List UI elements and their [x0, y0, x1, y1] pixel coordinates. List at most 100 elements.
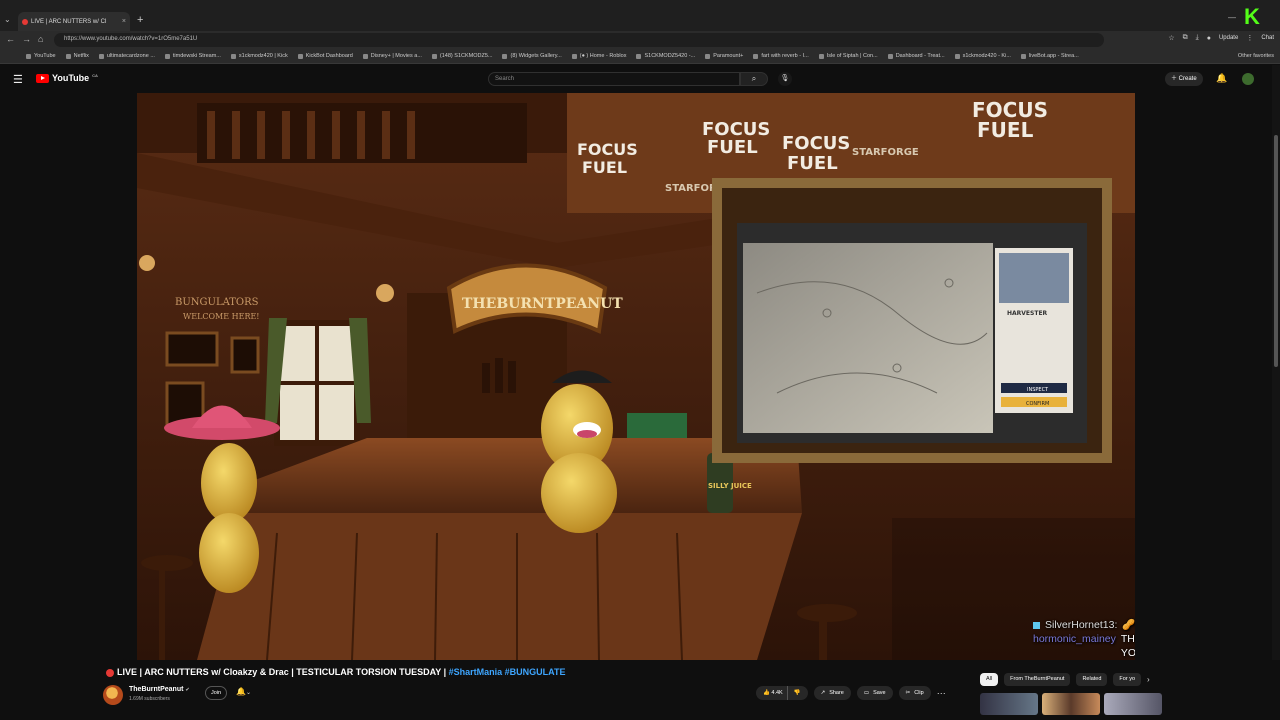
home-icon[interactable]: ⌂	[38, 34, 43, 44]
bookmark-item[interactable]: (8) Widgets Gallery...	[502, 53, 562, 59]
bookmark-label: Paramount+	[713, 53, 744, 59]
bookmark-item[interactable]: YouTube	[26, 53, 56, 59]
bookmark-label: YouTube	[34, 53, 56, 59]
voice-search-button[interactable]: 🎙	[778, 72, 792, 86]
bell-icon: 🔔	[236, 687, 246, 696]
like-dislike-group: 👍 4.4K 👎	[756, 686, 808, 700]
menu-dots-icon[interactable]: ⋮	[1246, 34, 1253, 42]
download-icon[interactable]: ⤓	[1196, 34, 1199, 42]
bookmarks-bar: YouTube Netflix ultimatecardzone ... timdew…	[0, 49, 1280, 64]
new-tab-button[interactable]: +	[137, 14, 143, 26]
bookmark-item[interactable]: Dashboard - Treat...	[887, 53, 945, 59]
save-button[interactable]: ▭ Save	[856, 686, 893, 700]
page-scrollbar[interactable]	[1272, 65, 1280, 720]
scrollbar-thumb[interactable]	[1274, 135, 1278, 367]
chat-button[interactable]: Chat	[1261, 35, 1274, 41]
related-thumbnail[interactable]	[1042, 693, 1100, 715]
bookmark-item[interactable]: Paramount+	[705, 53, 743, 59]
profile-icon[interactable]: ●	[1207, 35, 1211, 42]
bookmark-label: Netflix	[73, 53, 89, 59]
filter-chip[interactable]: Related	[1076, 673, 1108, 686]
browser-tab[interactable]: LIVE | ARC NUTTERS w/ Cl ×	[18, 12, 130, 31]
share-button[interactable]: ↗ Share	[813, 686, 851, 700]
address-bar-row: ← → ⌂ https://www.youtube.com/watch?v=1r…	[0, 31, 1280, 49]
bookmark-label: S1CKMODZ5420 -...	[644, 53, 696, 59]
tab-title: LIVE | ARC NUTTERS w/ Cl	[31, 18, 107, 25]
account-avatar[interactable]	[1242, 73, 1254, 85]
bookmark-item[interactable]: timdewski Stream...	[164, 53, 221, 59]
other-favorites[interactable]: Other favorites	[1238, 53, 1274, 59]
save-label: Save	[873, 690, 886, 696]
share-label: Share	[829, 690, 844, 696]
bookmark-label: KickBot Dashboard	[305, 53, 353, 59]
filter-chip[interactable]: For yo	[1113, 673, 1142, 686]
video-hashtags[interactable]: #ShartMania #BUNGULATE	[449, 667, 566, 677]
bookmark-favicon-icon	[818, 53, 824, 59]
forward-icon[interactable]: →	[22, 34, 31, 44]
notifications-bell-icon[interactable]: 🔔	[1216, 73, 1227, 84]
clip-label: Clip	[914, 690, 924, 696]
wall-sign-sub: WELCOME HERE!	[183, 312, 260, 321]
video-player[interactable]: FOCUS FUEL FOCUS FUEL FOCUS FUEL FOCUS F…	[137, 93, 1135, 660]
channel-name[interactable]: TheBurntPeanut ✔	[129, 686, 190, 693]
bookmark-item[interactable]: Isle of Siptah | Con...	[818, 53, 878, 59]
bookmark-label: ultimatecardzone ...	[106, 53, 155, 59]
more-actions-icon[interactable]: ⋯	[937, 688, 946, 699]
bookmark-item[interactable]: (● ) Home - Roblox	[571, 53, 626, 59]
wall-sign: BUNGULATORS	[175, 297, 259, 308]
bookmark-item[interactable]: s1ckmodz420 - Ki...	[954, 53, 1011, 59]
chat-text: 🥜🥜🥜	[1122, 619, 1135, 631]
clip-button[interactable]: ✂ Clip	[898, 686, 931, 700]
bookmark-item[interactable]: KickBot Dashboard	[297, 53, 353, 59]
bookmark-label: (148) S1CKMODZ5...	[439, 53, 493, 59]
scissors-icon: ✂	[905, 690, 911, 696]
dislike-button[interactable]: 👎	[786, 686, 801, 700]
sponsor-text-6: STARFORGE	[852, 147, 919, 158]
thumbs-down-icon: 👎	[793, 690, 801, 696]
video-title: LIVE | ARC NUTTERS w/ Cloakzy & Drac | T…	[117, 667, 565, 677]
filter-chip[interactable]: From TheBurntPeanut	[1004, 673, 1071, 686]
filter-chip[interactable]: All	[980, 673, 999, 686]
join-button[interactable]: Join	[205, 686, 227, 700]
bookmark-item[interactable]: s1ckmodz420 | Kick	[230, 53, 288, 59]
sponsor-text-3: FOCUS	[782, 133, 850, 154]
like-button[interactable]: 👍 4.4K	[763, 686, 783, 700]
youtube-logo[interactable]: YouTube CA	[36, 73, 98, 83]
bookmark-item[interactable]: fart with reverb - I...	[753, 53, 809, 59]
video-actions: 👍 4.4K 👎 ↗ Share ▭ Save ✂ Clip ⋯	[756, 686, 946, 700]
sponsor-text-1b: FUEL	[582, 158, 627, 177]
bookmark-item[interactable]: Disney+ | Movies a...	[362, 53, 422, 59]
related-filter-chips: All From TheBurntPeanut Related For yo ›	[980, 673, 1150, 686]
thumbs-up-icon: 👍	[763, 690, 770, 696]
tab-list-button[interactable]: ⌄	[4, 15, 11, 24]
extensions-icon[interactable]: ⧉	[1183, 34, 1188, 42]
region-code: CA	[92, 72, 98, 78]
bookmark-item[interactable]: Netflix	[65, 53, 89, 59]
create-button[interactable]: ＋ Create	[1165, 72, 1203, 86]
bookmark-item[interactable]: liveBot.app - Strea...	[1020, 53, 1079, 59]
search-button[interactable]: ⌕	[740, 72, 768, 86]
guide-menu-icon[interactable]: ☰	[13, 73, 23, 86]
bookmark-item[interactable]: S1CKMODZ5420 -...	[636, 53, 695, 59]
search-input[interactable]: Search	[488, 72, 740, 86]
map-inspect-button: INSPECT	[1027, 387, 1049, 393]
related-thumbnail[interactable]	[980, 693, 1038, 715]
channel-avatar[interactable]	[103, 685, 123, 705]
back-icon[interactable]: ←	[6, 34, 15, 44]
tab-close-icon[interactable]: ×	[122, 18, 126, 25]
minimize-button[interactable]: —	[1228, 13, 1236, 22]
bookmark-label: s1ckmodz420 | Kick	[238, 53, 288, 59]
chevron-right-icon[interactable]: ›	[1147, 675, 1150, 684]
bookmark-item[interactable]: (148) S1CKMODZ5...	[431, 53, 493, 59]
update-button[interactable]: Update	[1219, 35, 1238, 41]
url-field[interactable]: https://www.youtube.com/watch?v=1rO5me7a…	[54, 33, 1104, 47]
bookmark-favicon-icon	[1020, 53, 1026, 59]
notification-settings-button[interactable]: 🔔⌄	[236, 687, 251, 696]
bookmark-label: Disney+ | Movies a...	[370, 53, 422, 59]
bookmark-label: liveBot.app - Strea...	[1028, 53, 1079, 59]
bookmark-star-icon[interactable]: ☆	[1168, 34, 1174, 42]
create-label: Create	[1178, 76, 1197, 82]
bookmark-item[interactable]: ultimatecardzone ...	[98, 53, 155, 59]
related-thumbnail[interactable]	[1104, 693, 1162, 715]
bookmark-favicon-icon	[753, 53, 759, 59]
